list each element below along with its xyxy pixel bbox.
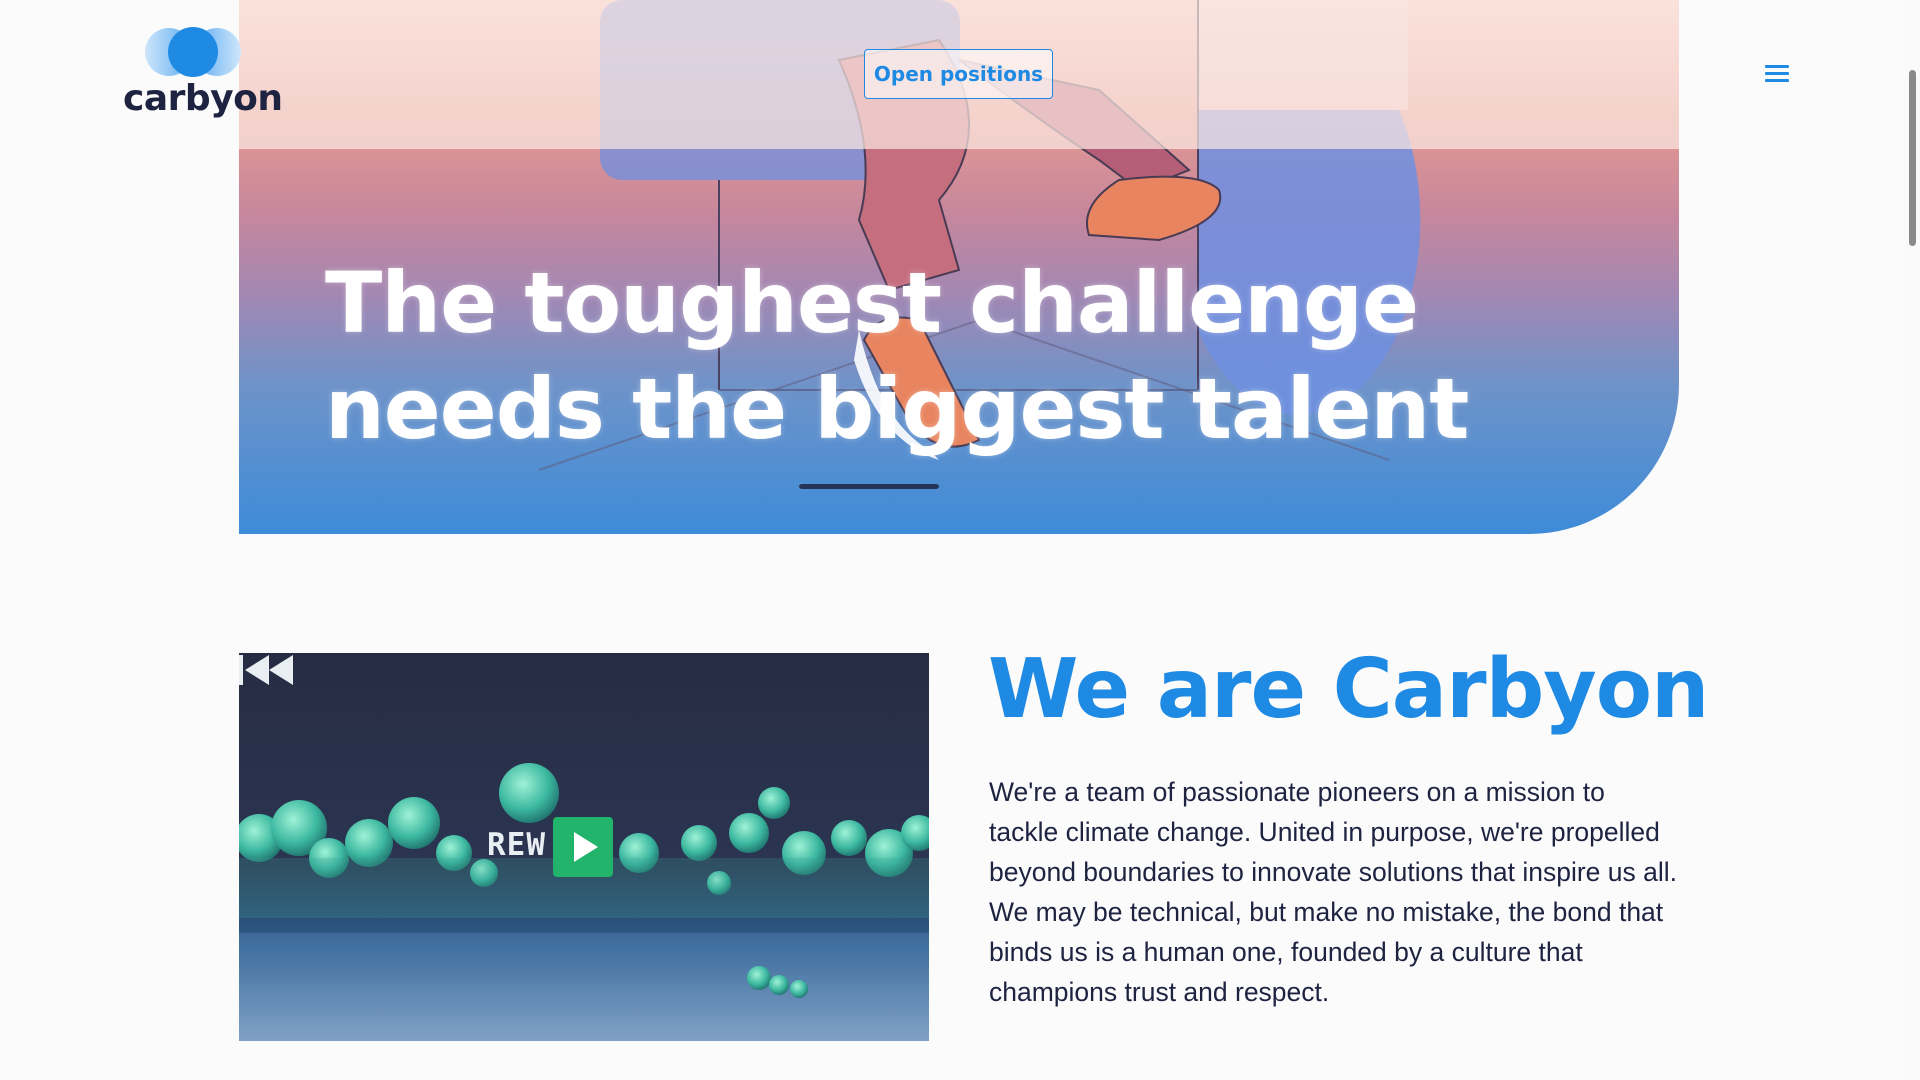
hamburger-menu-icon[interactable]	[1762, 62, 1792, 86]
play-button[interactable]	[553, 817, 613, 877]
hero-title: The toughest challenge needs the biggest…	[325, 250, 1469, 462]
about-title: We are Carbyon	[988, 642, 1709, 737]
open-positions-button[interactable]: Open positions	[864, 49, 1053, 99]
play-icon	[574, 832, 598, 862]
page-scrollbar[interactable]	[1904, 0, 1920, 1080]
logo-mark-icon	[145, 27, 241, 77]
logo-text: carbyon	[123, 78, 283, 119]
about-body-text: We're a team of passionate pioneers on a…	[989, 777, 1677, 1007]
carbyon-logo[interactable]: carbyon	[123, 26, 283, 122]
hero-title-line-2: needs the biggest talent	[325, 360, 1469, 458]
hero-title-line-1: The toughest challenge	[325, 254, 1419, 352]
rewind-icon	[239, 655, 293, 685]
scrollbar-thumb[interactable]	[1909, 70, 1916, 246]
video-overlay-text: REW	[487, 827, 546, 863]
video-player[interactable]: REW	[239, 653, 929, 1041]
